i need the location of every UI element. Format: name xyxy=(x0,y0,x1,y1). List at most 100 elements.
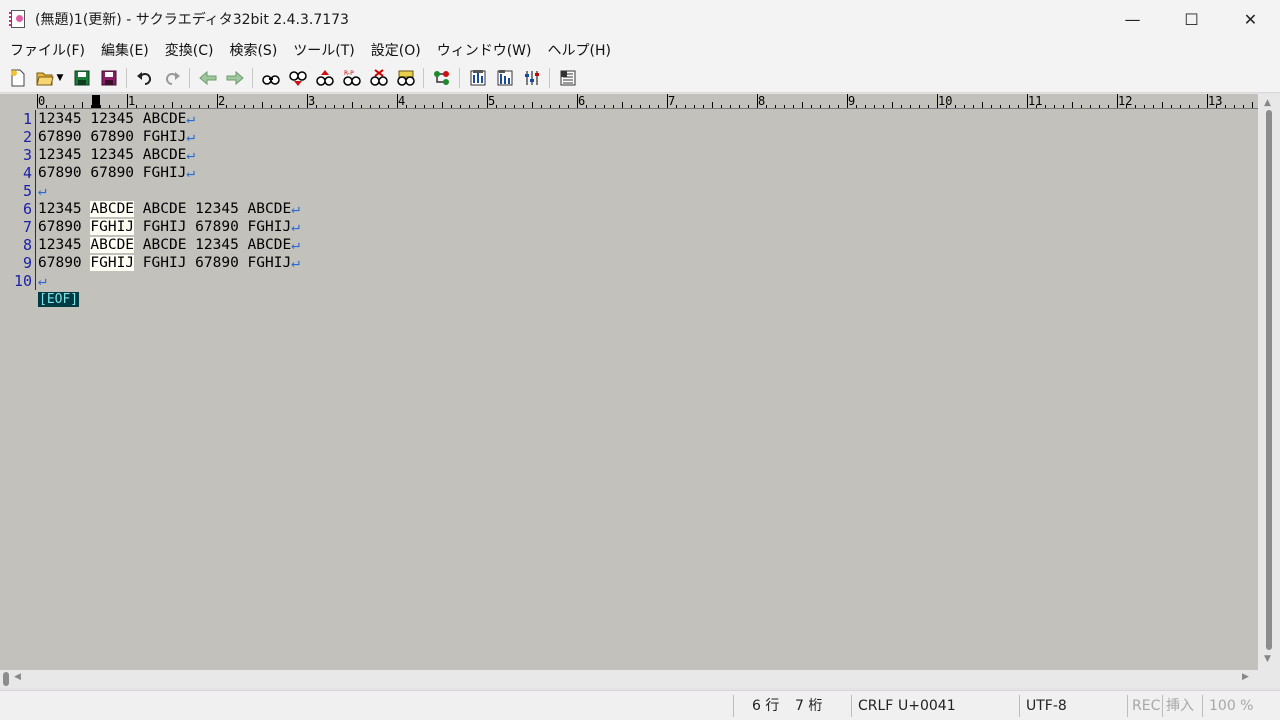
menu-tools[interactable]: ツール(T) xyxy=(285,38,362,64)
text-line[interactable]: 67890 67890 FGHIJ↵ xyxy=(38,164,300,182)
maximize-button[interactable]: ☐ xyxy=(1162,0,1221,38)
line-number[interactable]: 2 xyxy=(0,128,34,146)
open-file-icon[interactable] xyxy=(34,67,56,89)
ruler-tick xyxy=(694,105,695,108)
ruler-tick xyxy=(172,102,173,108)
line-number-gutter[interactable]: 1 2 3 4 5 6 7 8 9 10 xyxy=(0,110,34,290)
scroll-right-icon[interactable]: ▶ xyxy=(1242,672,1249,682)
line-number[interactable]: 3 xyxy=(0,146,34,164)
ruler-number: 4 xyxy=(398,94,406,108)
crlf-mark-icon: ↵ xyxy=(291,237,300,253)
status-eol[interactable]: CRLF xyxy=(858,691,893,720)
toolbar-separator xyxy=(126,68,127,88)
ruler-number: 1 xyxy=(128,94,136,108)
ruler-number: 7 xyxy=(668,94,676,108)
ruler-tick xyxy=(640,105,641,108)
search-icon[interactable] xyxy=(260,67,282,89)
ruler-number: 0 xyxy=(38,94,46,108)
font-settings-icon[interactable] xyxy=(521,67,543,89)
line-number[interactable]: 10 xyxy=(0,272,34,290)
move-back-icon[interactable] xyxy=(197,67,219,89)
status-insert-mode[interactable]: 挿入 xyxy=(1166,691,1194,720)
text-line[interactable]: 12345 ABCDE ABCDE 12345 ABCDE↵ xyxy=(38,236,300,254)
ruler-tick xyxy=(1171,105,1172,108)
replace-icon[interactable]: R-P xyxy=(341,67,363,89)
editor-pane[interactable]: 0 1 2 3 4 5 6 7 8 9 10 11 12 13 1 2 3 4 5 6 7 8 9 10 12345 123… xyxy=(0,94,1280,688)
grep-icon[interactable] xyxy=(395,67,417,89)
ruler-tick xyxy=(289,105,290,108)
ruler-number: 2 xyxy=(218,94,226,108)
line-number[interactable]: 9 xyxy=(0,254,34,272)
compare-icon[interactable] xyxy=(467,67,489,89)
text-area[interactable]: 12345 12345 ABCDE↵ 67890 67890 FGHIJ↵ 1234… xyxy=(38,110,300,308)
menu-file[interactable]: ファイル(F) xyxy=(2,38,93,64)
ruler-tick xyxy=(802,102,803,108)
text-line[interactable]: 12345 ABCDE ABCDE 12345 ABCDE↵ xyxy=(38,200,300,218)
new-file-icon[interactable] xyxy=(7,67,29,89)
outline-icon[interactable] xyxy=(431,67,453,89)
line-number[interactable]: 4 xyxy=(0,164,34,182)
search-next-icon[interactable] xyxy=(287,67,309,89)
ruler-tick xyxy=(91,105,92,108)
scroll-down-icon[interactable]: ▼ xyxy=(1264,654,1271,664)
line-number[interactable]: 7 xyxy=(0,218,34,236)
status-separator xyxy=(1162,695,1163,717)
sakura-app-icon xyxy=(9,9,27,29)
menu-edit[interactable]: 編集(E) xyxy=(93,38,157,64)
window-list-icon[interactable] xyxy=(557,67,579,89)
vertical-scrollbar[interactable]: ▲ ▼ xyxy=(1258,94,1280,670)
status-separator xyxy=(733,695,734,717)
ruler-tick xyxy=(1225,105,1226,108)
clear-search-icon[interactable] xyxy=(368,67,390,89)
vertical-scroll-thumb[interactable] xyxy=(1266,110,1272,650)
menu-window[interactable]: ウィンドウ(W) xyxy=(429,38,540,64)
horizontal-scroll-thumb[interactable] xyxy=(3,672,9,686)
text-segment: ABCDE 12345 ABCDE xyxy=(134,237,292,253)
status-column: 7 桁 xyxy=(795,698,823,714)
ruler-tick xyxy=(820,105,821,108)
scroll-up-icon[interactable]: ▲ xyxy=(1264,98,1271,108)
menu-search[interactable]: 検索(S) xyxy=(221,38,285,64)
line-number[interactable]: 6 xyxy=(0,200,34,218)
text-line[interactable]: ↵ xyxy=(38,182,300,200)
text-segment: 12345 xyxy=(38,201,91,217)
settings-icon[interactable] xyxy=(494,67,516,89)
text-line[interactable]: ↵ xyxy=(38,272,300,290)
column-ruler[interactable]: 0 1 2 3 4 5 6 7 8 9 10 11 12 13 xyxy=(37,94,1258,109)
search-prev-icon[interactable] xyxy=(314,67,336,89)
menu-help[interactable]: ヘルプ(H) xyxy=(540,38,619,64)
crlf-mark-icon: ↵ xyxy=(186,129,196,145)
save-all-icon[interactable] xyxy=(98,67,120,89)
ruler-tick xyxy=(280,105,281,108)
line-number[interactable]: 8 xyxy=(0,236,34,254)
scroll-left-icon[interactable]: ◀ xyxy=(14,672,21,682)
ruler-tick xyxy=(298,105,299,108)
text-segment: 67890 67890 FGHIJ xyxy=(38,165,187,181)
text-segment: FGHIJ 67890 FGHIJ xyxy=(134,219,292,235)
ruler-tick xyxy=(784,105,785,108)
move-forward-icon[interactable] xyxy=(224,67,246,89)
ruler-tick xyxy=(1063,105,1064,108)
text-line[interactable]: 12345 12345 ABCDE↵ xyxy=(38,146,300,164)
text-line[interactable]: 67890 FGHIJ FGHIJ 67890 FGHIJ↵ xyxy=(38,254,300,272)
menu-settings[interactable]: 設定(O) xyxy=(363,38,429,64)
line-number[interactable]: 5 xyxy=(0,182,34,200)
minimize-button[interactable]: — xyxy=(1103,0,1162,38)
menu-convert[interactable]: 変換(C) xyxy=(157,38,222,64)
status-separator xyxy=(1202,695,1203,717)
save-icon[interactable] xyxy=(71,67,93,89)
ruler-tick xyxy=(325,105,326,108)
text-line[interactable]: 12345 12345 ABCDE↵ xyxy=(38,110,300,128)
ruler-tick xyxy=(352,102,353,108)
ruler-number: 13 xyxy=(1208,94,1223,108)
text-line[interactable]: 67890 67890 FGHIJ↵ xyxy=(38,128,300,146)
undo-icon[interactable] xyxy=(134,67,156,89)
status-encoding[interactable]: UTF-8 xyxy=(1026,691,1067,720)
line-number[interactable]: 1 xyxy=(0,110,34,128)
redo-icon[interactable] xyxy=(161,67,183,89)
toolbar-separator xyxy=(423,68,424,88)
chevron-down-icon[interactable]: ▼ xyxy=(55,67,65,89)
close-button[interactable]: ✕ xyxy=(1221,0,1280,38)
text-line[interactable]: 67890 FGHIJ FGHIJ 67890 FGHIJ↵ xyxy=(38,218,300,236)
horizontal-scrollbar[interactable]: ◀ ▶ xyxy=(0,670,1258,688)
